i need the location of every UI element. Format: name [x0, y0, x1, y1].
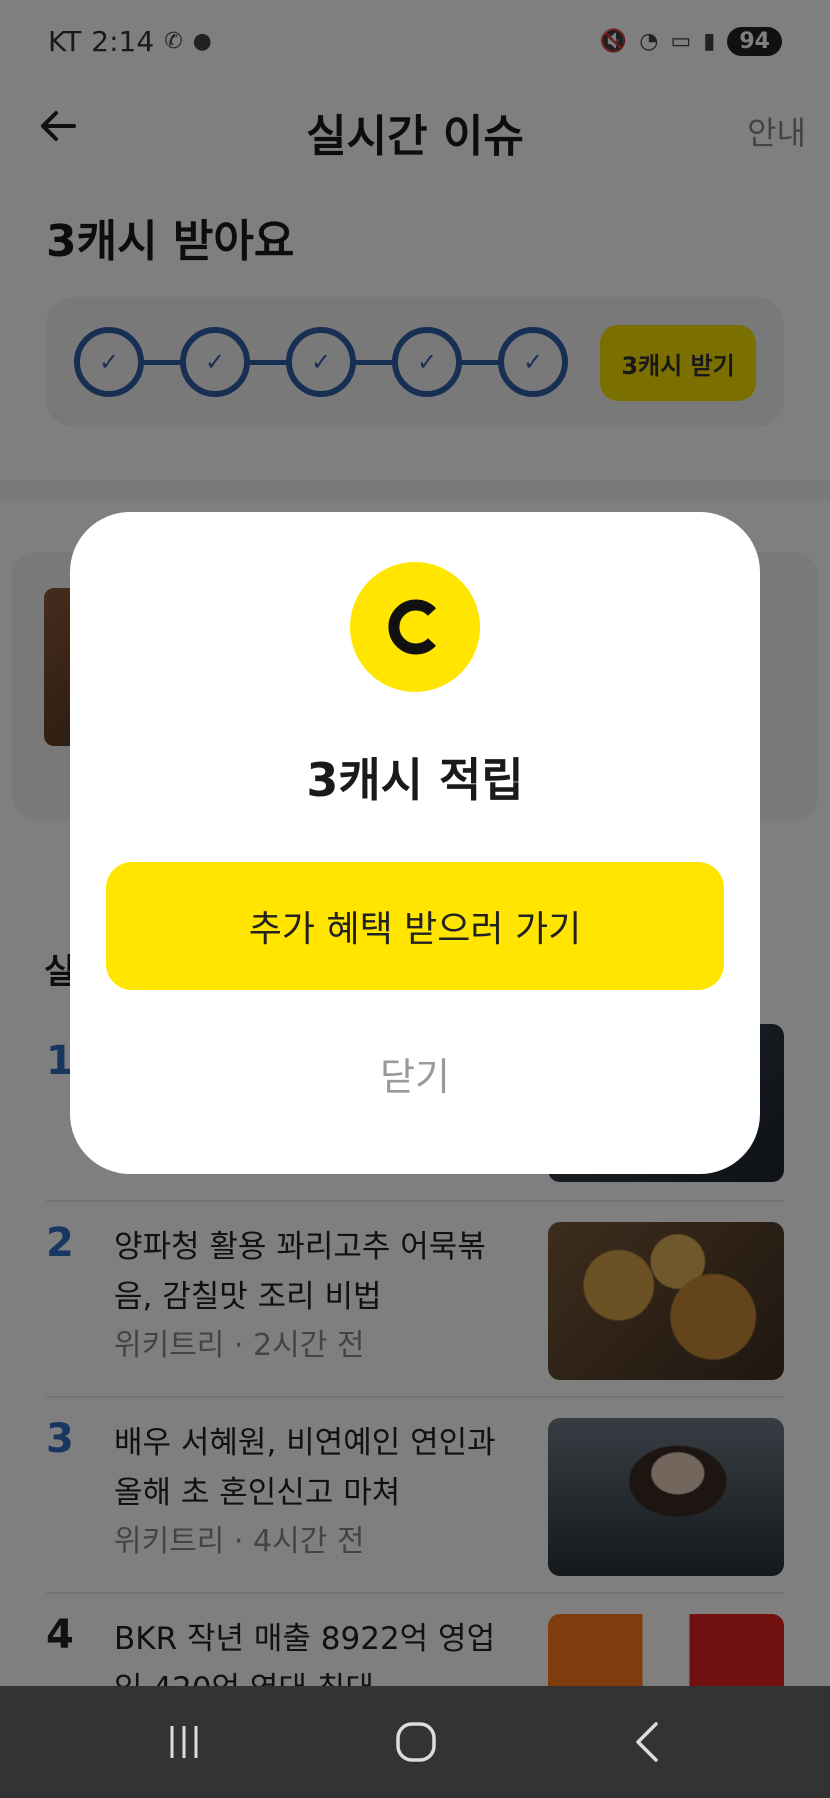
cash-coin-icon: [350, 562, 480, 692]
system-nav-bar: [0, 1686, 830, 1798]
recent-apps-icon[interactable]: [154, 1714, 214, 1770]
home-icon[interactable]: [386, 1714, 446, 1770]
close-button[interactable]: 닫기: [70, 1046, 760, 1101]
back-nav-icon[interactable]: [618, 1714, 678, 1770]
reward-dialog: 3캐시 적립 추가 혜택 받으러 가기 닫기: [70, 512, 760, 1174]
dialog-title: 3캐시 적립: [306, 753, 524, 807]
extra-benefit-button[interactable]: 추가 혜택 받으러 가기: [106, 862, 724, 990]
